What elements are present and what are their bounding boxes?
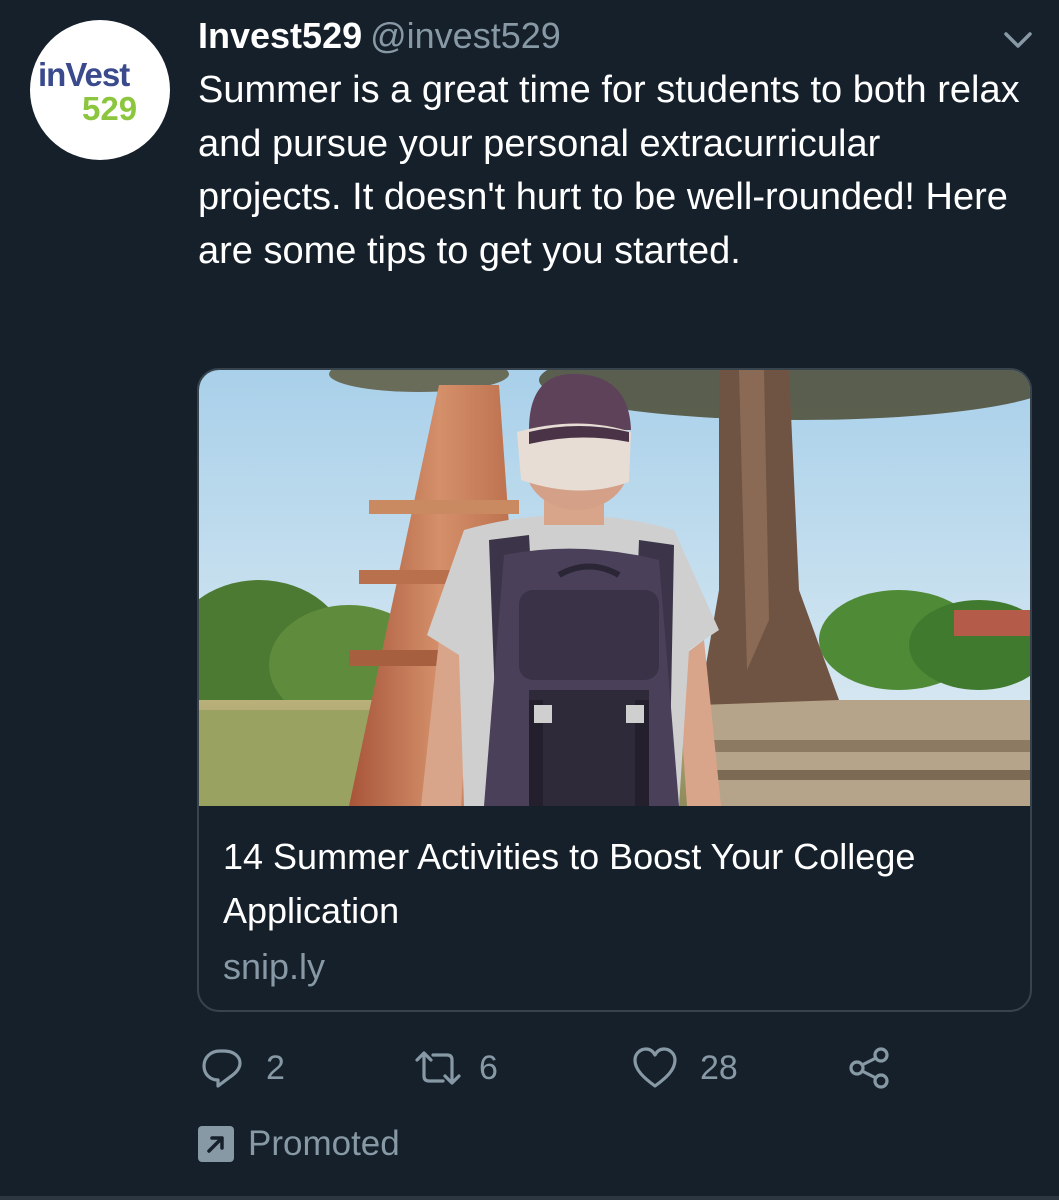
reply-icon — [202, 1049, 242, 1088]
reply-count: 2 — [266, 1048, 285, 1087]
card-domain[interactable]: snip.ly — [223, 942, 1003, 992]
card-photo — [199, 370, 1030, 806]
share-icon — [849, 1047, 889, 1089]
reply-button[interactable]: 2 — [200, 1040, 285, 1096]
divider — [0, 1196, 1059, 1200]
display-name[interactable]: Invest529 — [198, 15, 362, 56]
retweet-button[interactable]: 6 — [413, 1040, 498, 1096]
like-count: 28 — [700, 1048, 738, 1087]
share-button[interactable] — [848, 1040, 892, 1096]
tweet-text: Summer is a great time for students to b… — [198, 69, 1020, 272]
link-card[interactable]: 14 Summer Activities to Boost Your Colle… — [197, 368, 1032, 1012]
tweet-actions: 2 6 28 — [0, 1040, 1059, 1096]
card-body[interactable]: 14 Summer Activities to Boost Your Colle… — [223, 830, 1003, 992]
chevron-down-icon[interactable] — [1000, 26, 1036, 54]
card-image[interactable] — [199, 370, 1030, 806]
like-button[interactable]: 28 — [632, 1040, 738, 1096]
avatar[interactable]: inVest 529 — [30, 20, 170, 160]
avatar-logo-bottom: 529 — [82, 90, 138, 127]
card-title[interactable]: 14 Summer Activities to Boost Your Colle… — [223, 830, 1003, 938]
tweet-header: Invest529 @invest529 — [198, 14, 561, 58]
retweet-count: 6 — [479, 1048, 498, 1087]
tweet[interactable]: inVest 529 Invest529 @invest529 Summer is… — [0, 0, 1059, 1200]
avatar-logo-top: inVest — [38, 56, 130, 93]
user-handle[interactable]: @invest529 — [370, 15, 561, 56]
promoted-icon — [198, 1126, 234, 1162]
like-icon — [633, 1047, 677, 1088]
promoted-text: Promoted — [248, 1124, 400, 1163]
retweet-icon — [415, 1051, 461, 1085]
promoted-label: Promoted — [198, 1120, 400, 1168]
